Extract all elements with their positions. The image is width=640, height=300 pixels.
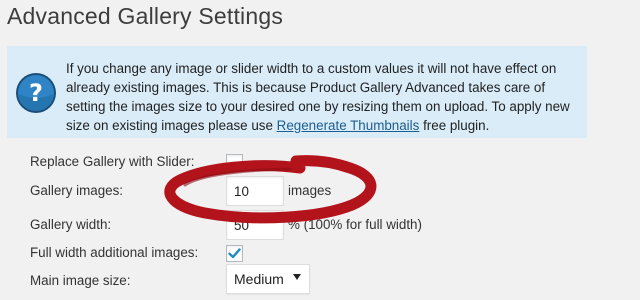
notice-text: If you change any image or slider width …: [66, 59, 580, 135]
main-image-size-value: Medium: [234, 271, 284, 287]
question-help-icon: ?: [16, 73, 56, 113]
page-title: Advanced Gallery Settings: [7, 3, 284, 29]
replace-gallery-checkbox[interactable]: [226, 154, 243, 171]
regenerate-thumbnails-link[interactable]: Regenerate Thumbnails: [277, 118, 420, 133]
replace-gallery-label: Replace Gallery with Slider:: [30, 154, 195, 169]
gallery-width-input[interactable]: [226, 210, 284, 240]
full-width-label: Full width additional images:: [30, 245, 199, 260]
gallery-images-label: Gallery images:: [30, 183, 124, 198]
gallery-width-suffix: % (100% for full width): [288, 217, 422, 232]
notice-tail: free plugin.: [419, 118, 490, 133]
main-image-size-select[interactable]: Medium: [226, 264, 310, 294]
checkmark-icon: [228, 248, 241, 259]
main-image-size-label: Main image size:: [30, 273, 131, 288]
gallery-width-label: Gallery width:: [30, 217, 112, 232]
chevron-down-icon: [293, 274, 301, 280]
full-width-checkbox[interactable]: [226, 245, 243, 262]
gallery-images-input[interactable]: [226, 176, 284, 206]
gallery-images-suffix: images: [288, 183, 332, 198]
info-notice: ? If you change any image or slider widt…: [7, 46, 587, 138]
svg-text:?: ?: [29, 79, 43, 107]
